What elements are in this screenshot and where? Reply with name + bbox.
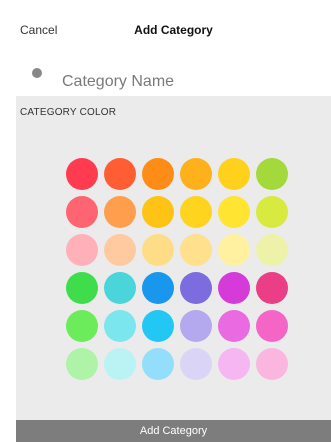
- color-swatch[interactable]: [218, 272, 250, 304]
- category-color-label: CATEGORY COLOR: [20, 107, 117, 118]
- add-category-screen: Cancel Add Category CATEGORY COLOR Add C…: [16, 14, 331, 442]
- color-swatch[interactable]: [218, 348, 250, 380]
- color-swatch[interactable]: [180, 196, 212, 228]
- selected-color-indicator: [32, 68, 42, 78]
- color-swatch[interactable]: [180, 272, 212, 304]
- color-swatch[interactable]: [256, 234, 288, 266]
- color-swatch[interactable]: [256, 310, 288, 342]
- color-swatch[interactable]: [142, 348, 174, 380]
- color-swatch[interactable]: [66, 310, 98, 342]
- add-category-button[interactable]: Add Category: [16, 420, 331, 442]
- category-name-input[interactable]: [62, 73, 302, 91]
- color-swatch[interactable]: [142, 234, 174, 266]
- color-swatch[interactable]: [66, 158, 98, 190]
- color-swatch[interactable]: [218, 310, 250, 342]
- color-swatch[interactable]: [104, 272, 136, 304]
- color-swatch[interactable]: [218, 234, 250, 266]
- top-bar: Cancel Add Category: [16, 14, 331, 46]
- color-swatch[interactable]: [256, 272, 288, 304]
- page-title: Add Category: [134, 23, 213, 37]
- color-swatch[interactable]: [104, 196, 136, 228]
- color-swatch[interactable]: [104, 158, 136, 190]
- color-swatch[interactable]: [256, 196, 288, 228]
- color-swatch[interactable]: [142, 158, 174, 190]
- category-color-panel: CATEGORY COLOR: [16, 96, 331, 420]
- color-swatch[interactable]: [142, 310, 174, 342]
- color-swatch[interactable]: [180, 310, 212, 342]
- color-swatch[interactable]: [66, 272, 98, 304]
- color-swatch[interactable]: [104, 348, 136, 380]
- color-swatch[interactable]: [104, 310, 136, 342]
- color-swatch[interactable]: [256, 348, 288, 380]
- color-swatch[interactable]: [66, 196, 98, 228]
- color-swatch[interactable]: [180, 348, 212, 380]
- color-swatch[interactable]: [66, 234, 98, 266]
- color-swatch[interactable]: [180, 158, 212, 190]
- color-swatch[interactable]: [104, 234, 136, 266]
- color-swatch[interactable]: [218, 158, 250, 190]
- color-swatch[interactable]: [256, 158, 288, 190]
- color-swatch[interactable]: [218, 196, 250, 228]
- color-swatch[interactable]: [142, 272, 174, 304]
- color-swatch[interactable]: [142, 196, 174, 228]
- color-swatch[interactable]: [66, 348, 98, 380]
- color-swatch[interactable]: [180, 234, 212, 266]
